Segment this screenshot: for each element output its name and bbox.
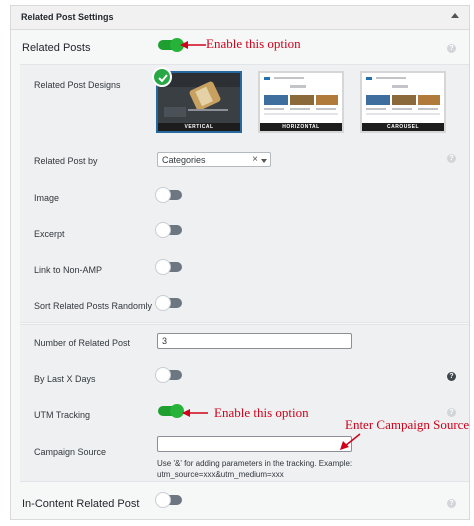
link-non-amp-label: Link to Non-AMP bbox=[34, 265, 103, 275]
help-icon[interactable]: ? bbox=[447, 372, 456, 381]
annotation-arrow-icon bbox=[340, 433, 361, 450]
toggle-knob bbox=[156, 223, 170, 237]
image-label: Image bbox=[34, 193, 60, 203]
image-toggle[interactable] bbox=[156, 188, 182, 202]
annotation-campaign-source: Enter Campaign Source bbox=[345, 417, 470, 432]
related-posts-label: Related Posts bbox=[22, 42, 91, 54]
panel-title: Related Post Settings bbox=[21, 12, 114, 22]
selected-check-icon bbox=[152, 67, 172, 87]
campaign-source-label: Campaign Source bbox=[34, 447, 107, 457]
chevron-down-icon[interactable] bbox=[261, 159, 267, 163]
in-content-related-toggle[interactable] bbox=[156, 493, 182, 507]
carousel-preview-image bbox=[366, 77, 440, 115]
help-icon[interactable]: ? bbox=[447, 154, 456, 163]
number-of-posts-label: Number of Related Post bbox=[34, 338, 131, 348]
related-posts-toggle[interactable] bbox=[158, 38, 184, 52]
design-option-vertical[interactable]: VERTICAL bbox=[152, 67, 242, 133]
toggle-knob bbox=[156, 368, 170, 382]
help-icon[interactable]: ? bbox=[447, 408, 456, 417]
number-of-posts-input[interactable] bbox=[157, 333, 352, 349]
by-last-days-toggle[interactable] bbox=[156, 368, 182, 382]
design-caption: CAROUSEL bbox=[362, 123, 444, 131]
design-option-carousel[interactable]: CAROUSEL bbox=[360, 71, 446, 133]
panel-header[interactable]: Related Post Settings bbox=[11, 6, 469, 30]
collapse-arrow-icon[interactable] bbox=[451, 13, 459, 18]
campaign-source-note-line1: Use '&' for adding parameters in the tra… bbox=[157, 459, 353, 468]
design-caption: VERTICAL bbox=[158, 123, 240, 131]
excerpt-toggle[interactable] bbox=[156, 223, 182, 237]
campaign-source-note-line2: utm_source=xxx&utm_medium=xxx bbox=[157, 470, 284, 479]
design-option-horizontal[interactable]: HORIZONTAL bbox=[258, 71, 344, 133]
related-post-designs-label: Related Post Designs bbox=[34, 80, 121, 90]
related-post-by-value: Categories bbox=[162, 155, 206, 165]
toggle-knob bbox=[156, 188, 170, 202]
excerpt-label: Excerpt bbox=[34, 229, 65, 239]
related-post-by-select[interactable]: Categories × bbox=[157, 152, 271, 167]
related-post-by-label: Related Post by bbox=[34, 156, 98, 166]
annotation-enable-utm: Enable this option bbox=[214, 405, 309, 420]
utm-tracking-toggle[interactable] bbox=[158, 404, 184, 418]
by-last-days-label: By Last X Days bbox=[34, 374, 96, 384]
sort-randomly-label: Sort Related Posts Randomly bbox=[34, 301, 153, 311]
toggle-knob bbox=[156, 260, 170, 274]
annotation-arrow-icon bbox=[180, 41, 206, 49]
annotation-arrow-icon bbox=[182, 409, 208, 417]
horizontal-preview-image bbox=[264, 77, 338, 115]
sort-randomly-toggle[interactable] bbox=[156, 296, 182, 310]
link-non-amp-toggle[interactable] bbox=[156, 260, 182, 274]
annotation-enable-related: Enable this option bbox=[206, 36, 301, 51]
help-icon[interactable]: ? bbox=[447, 44, 456, 53]
campaign-source-input[interactable] bbox=[157, 436, 352, 452]
help-icon[interactable]: ? bbox=[447, 499, 456, 508]
utm-tracking-label: UTM Tracking bbox=[34, 410, 91, 420]
clear-selection-icon[interactable]: × bbox=[252, 154, 258, 165]
design-caption: HORIZONTAL bbox=[260, 123, 342, 131]
toggle-knob bbox=[156, 296, 170, 310]
toggle-knob bbox=[156, 493, 170, 507]
in-content-related-label: In-Content Related Post bbox=[22, 498, 140, 510]
